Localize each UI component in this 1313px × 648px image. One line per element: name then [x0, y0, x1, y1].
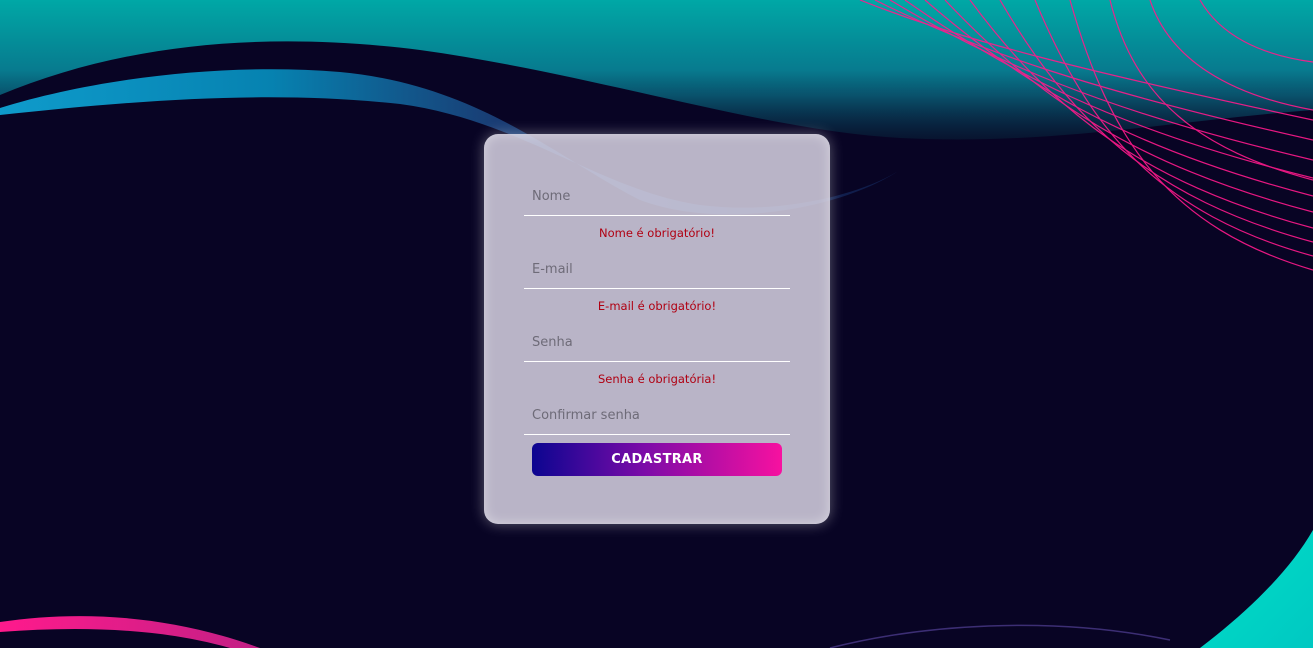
confirm-password-field-wrapper — [524, 397, 790, 435]
email-error-message: E-mail é obrigatório! — [597, 299, 717, 313]
password-input[interactable] — [524, 324, 790, 360]
confirm-password-input[interactable] — [524, 397, 790, 433]
email-input[interactable] — [524, 251, 790, 287]
password-field-wrapper — [524, 324, 790, 362]
name-field-wrapper — [524, 178, 790, 216]
password-error-message: Senha é obrigatória! — [597, 372, 717, 386]
name-input[interactable] — [524, 178, 790, 214]
signup-form: Nome é obrigatório! E-mail é obrigatório… — [524, 178, 790, 476]
signup-card: Nome é obrigatório! E-mail é obrigatório… — [484, 134, 830, 524]
name-error-message: Nome é obrigatório! — [598, 226, 716, 240]
register-button[interactable]: CADASTRAR — [532, 443, 782, 476]
email-field-wrapper — [524, 251, 790, 289]
